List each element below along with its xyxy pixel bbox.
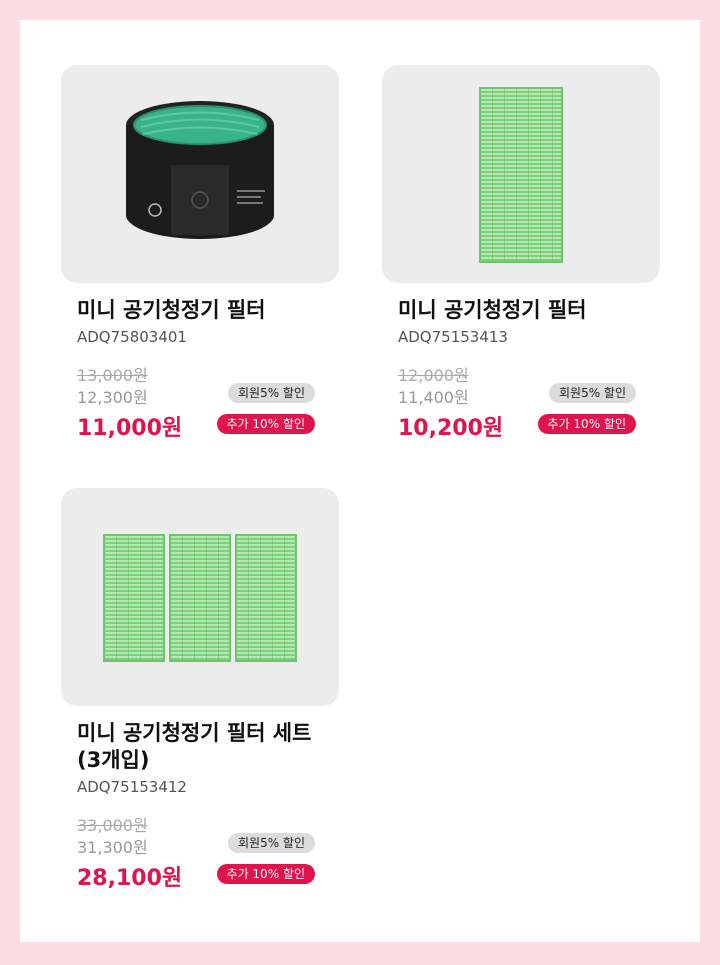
product-grid: 미니 공기청정기 필터 ADQ75803401 13,000원 12,300원 … xyxy=(20,20,700,942)
original-price: 33,000원 xyxy=(77,816,148,835)
price-block: 12,000원 11,400원 10,200원 회원5% 할인 추가 10% 할… xyxy=(398,362,660,441)
pleated-filter-image xyxy=(103,534,165,662)
product-name[interactable]: 미니 공기청정기 필터 xyxy=(398,297,658,324)
product-card[interactable]: 미니 공기청정기 필터 ADQ75153413 12,000원 11,400원 … xyxy=(382,65,660,441)
extra-discount-badge: 추가 10% 할인 xyxy=(537,414,636,434)
member-price: 12,300원 xyxy=(77,388,148,407)
member-price: 11,400원 xyxy=(398,388,469,407)
member-price: 31,300원 xyxy=(77,838,148,857)
pleated-filter-image xyxy=(235,534,297,662)
round-filter-image xyxy=(126,101,274,239)
product-code: ADQ75803401 xyxy=(77,328,187,346)
original-price: 12,000원 xyxy=(398,366,469,385)
product-name[interactable]: 미니 공기청정기 필터 세트 (3개입) xyxy=(77,720,337,774)
original-price: 13,000원 xyxy=(77,366,148,385)
final-price: 10,200원 xyxy=(398,416,504,441)
product-card[interactable]: 미니 공기청정기 필터 세트 (3개입) ADQ75153412 33,000원… xyxy=(61,488,339,891)
pleated-filter-image xyxy=(169,534,231,662)
final-price: 11,000원 xyxy=(77,416,183,441)
member-discount-badge: 회원5% 할인 xyxy=(548,383,636,403)
member-discount-badge: 회원5% 할인 xyxy=(227,383,315,403)
product-card[interactable]: 미니 공기청정기 필터 ADQ75803401 13,000원 12,300원 … xyxy=(61,65,339,441)
product-name[interactable]: 미니 공기청정기 필터 xyxy=(77,297,337,324)
member-discount-badge: 회원5% 할인 xyxy=(227,833,315,853)
price-block: 33,000원 31,300원 28,100원 회원5% 할인 추가 10% 할… xyxy=(77,812,339,891)
price-block: 13,000원 12,300원 11,000원 회원5% 할인 추가 10% 할… xyxy=(77,362,339,441)
product-code: ADQ75153412 xyxy=(77,778,187,796)
extra-discount-badge: 추가 10% 할인 xyxy=(216,864,315,884)
pleated-filter-image xyxy=(479,87,563,263)
product-image[interactable] xyxy=(382,65,660,283)
product-image[interactable] xyxy=(61,488,339,706)
final-price: 28,100원 xyxy=(77,866,183,891)
product-image[interactable] xyxy=(61,65,339,283)
product-code: ADQ75153413 xyxy=(398,328,508,346)
extra-discount-badge: 추가 10% 할인 xyxy=(216,414,315,434)
